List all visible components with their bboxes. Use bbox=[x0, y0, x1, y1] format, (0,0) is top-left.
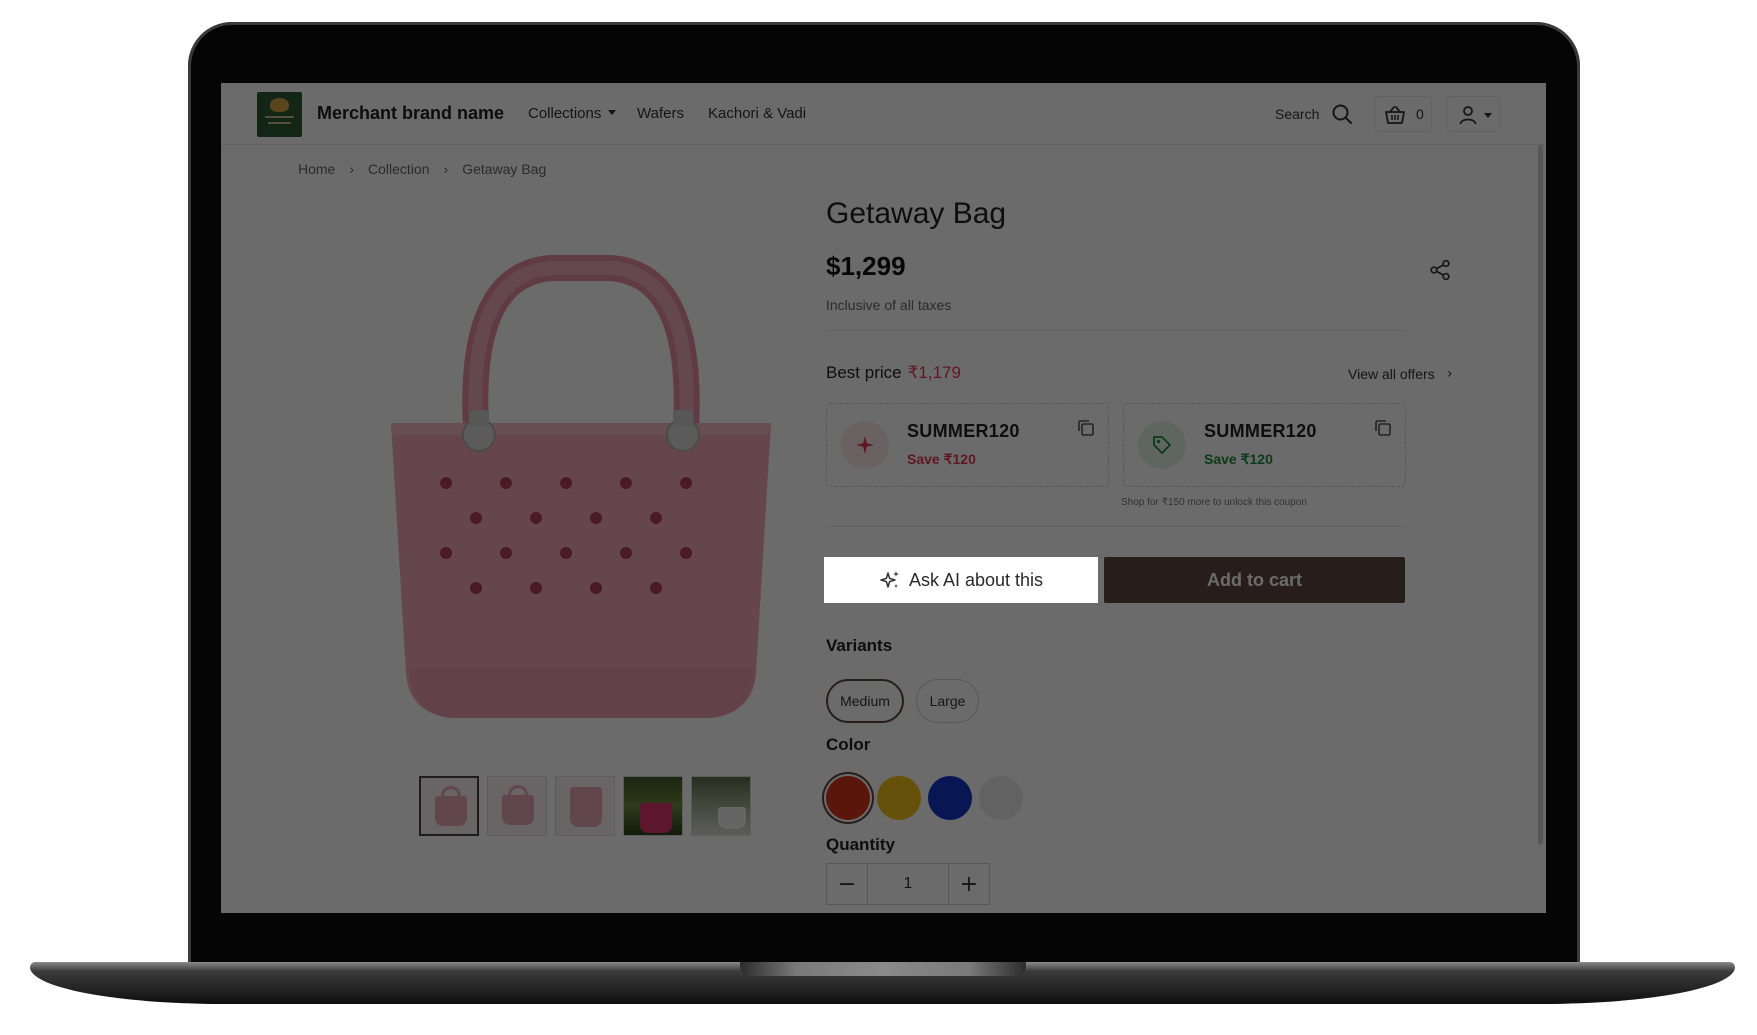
quantity-label: Quantity bbox=[826, 835, 895, 854]
brand-logo[interactable] bbox=[257, 92, 302, 137]
ai-sparkle-icon bbox=[880, 571, 899, 588]
product-title: Getaway Bag bbox=[826, 197, 1007, 230]
breadcrumb-home[interactable]: Home bbox=[298, 161, 335, 177]
chevron-right-icon[interactable]: › bbox=[1447, 366, 1453, 382]
plus-icon[interactable]: + bbox=[949, 864, 989, 904]
thumbnail-bag bbox=[718, 807, 746, 829]
ask-ai-label: Ask AI about this bbox=[908, 569, 1044, 590]
product-price: $1,299 bbox=[826, 251, 906, 281]
coupon-code: SUMMER120 bbox=[907, 421, 1020, 441]
nav-kachori-vadi[interactable]: Kachori & Vadi bbox=[708, 105, 806, 122]
quantity-stepper: − 1 + bbox=[826, 863, 990, 905]
brand-name[interactable]: Merchant brand name bbox=[317, 103, 504, 124]
nav-collections-label: Collections bbox=[528, 105, 602, 122]
cart-count: 0 bbox=[1416, 106, 1424, 122]
coupon-code: SUMMER120 bbox=[1204, 421, 1317, 441]
nav-collections[interactable]: Collections bbox=[528, 105, 617, 122]
divider bbox=[826, 526, 1406, 527]
color-swatch-light-gray[interactable] bbox=[979, 776, 1023, 820]
search-label[interactable]: Search bbox=[1275, 106, 1319, 122]
color-swatch-red[interactable] bbox=[826, 776, 870, 820]
page-scrollbar[interactable] bbox=[1538, 145, 1543, 845]
search-icon[interactable] bbox=[1331, 103, 1353, 125]
variant-option-large[interactable]: Large bbox=[916, 679, 979, 723]
share-icon[interactable] bbox=[1429, 259, 1451, 281]
add-to-cart-button[interactable]: Add to cart bbox=[1104, 557, 1405, 603]
tag-icon bbox=[1138, 421, 1186, 469]
best-price-value: ₹1,179 bbox=[907, 363, 961, 382]
minus-icon[interactable]: − bbox=[827, 864, 867, 904]
chevron-down-icon bbox=[608, 110, 617, 115]
ask-ai-button[interactable]: Ask AI about this bbox=[824, 557, 1098, 603]
logo-text-line bbox=[265, 116, 294, 118]
thumbnail-bag bbox=[502, 795, 534, 825]
quantity-value[interactable]: 1 bbox=[867, 864, 949, 904]
coupon-savings: Save ₹120 bbox=[1204, 451, 1273, 467]
sparkle-icon bbox=[841, 421, 889, 469]
best-price: Best price ₹1,179 bbox=[826, 363, 961, 383]
view-all-offers-link[interactable]: View all offers bbox=[1348, 366, 1435, 382]
laptop-screen: Merchant brand name Collections Wafers K… bbox=[221, 83, 1546, 913]
variants-label: Variants bbox=[826, 636, 893, 655]
product-image[interactable] bbox=[361, 213, 801, 733]
coupon-card[interactable]: SUMMER120 Save ₹120 bbox=[826, 403, 1109, 487]
color-swatch-yellow[interactable] bbox=[877, 776, 921, 820]
chevron-right-icon: › bbox=[349, 161, 355, 177]
divider bbox=[826, 330, 1406, 331]
copy-icon[interactable] bbox=[1373, 418, 1393, 438]
tax-note: Inclusive of all taxes bbox=[826, 297, 952, 313]
thumbnail-bag bbox=[640, 803, 672, 833]
variant-option-medium[interactable]: Medium bbox=[826, 679, 904, 723]
thumbnail-bag bbox=[570, 787, 602, 827]
site-header: Merchant brand name Collections Wafers K… bbox=[221, 83, 1546, 145]
chevron-right-icon: › bbox=[443, 161, 449, 177]
color-label: Color bbox=[826, 735, 871, 754]
thumbnail[interactable] bbox=[623, 776, 683, 836]
copy-icon[interactable] bbox=[1076, 418, 1096, 438]
nav-wafers[interactable]: Wafers bbox=[637, 105, 684, 122]
coupon-card[interactable]: SUMMER120 Save ₹120 bbox=[1123, 403, 1406, 487]
user-icon bbox=[1459, 106, 1477, 125]
cart-button[interactable]: 0 bbox=[1374, 96, 1432, 132]
thumbnail[interactable] bbox=[419, 776, 479, 836]
logo-text-line bbox=[268, 122, 291, 124]
coupon-savings: Save ₹120 bbox=[907, 451, 976, 467]
best-price-label: Best price bbox=[826, 363, 902, 382]
basket-icon bbox=[1385, 106, 1405, 124]
thumbnail[interactable] bbox=[691, 776, 751, 836]
thumbnail[interactable] bbox=[555, 776, 615, 836]
thumbnail-strip bbox=[419, 776, 751, 836]
breadcrumb-collection[interactable]: Collection bbox=[368, 161, 429, 177]
coupon-unlock-note: Shop for ₹150 more to unlock this coupon bbox=[1121, 497, 1307, 508]
laptop-hinge-notch bbox=[740, 962, 1026, 976]
breadcrumb-current: Getaway Bag bbox=[462, 161, 547, 177]
chevron-down-icon bbox=[1484, 113, 1492, 118]
breadcrumb: Home › Collection › Getaway Bag bbox=[298, 161, 546, 177]
color-swatch-blue[interactable] bbox=[928, 776, 972, 820]
thumbnail[interactable] bbox=[487, 776, 547, 836]
thumbnail-bag bbox=[435, 796, 467, 826]
account-menu-button[interactable] bbox=[1446, 96, 1500, 132]
logo-emblem-icon bbox=[270, 98, 289, 112]
